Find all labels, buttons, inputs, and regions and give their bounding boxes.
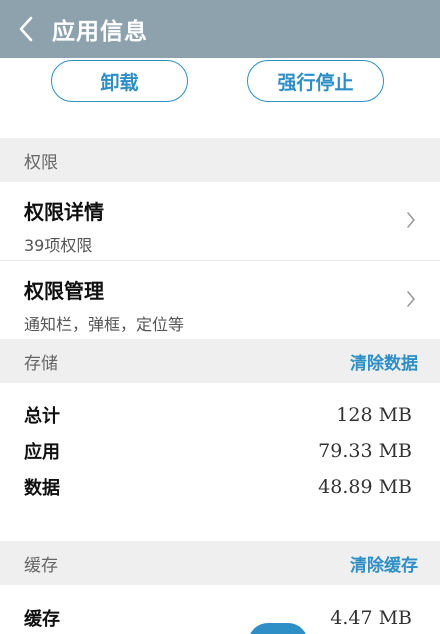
action-buttons-row: 卸载 强行停止	[0, 58, 440, 138]
permission-details-title: 权限详情	[24, 200, 104, 224]
section-header-permissions: 权限	[0, 138, 440, 182]
clear-cache-button[interactable]: 清除缓存	[350, 551, 418, 576]
storage-details: 总计 128 MB 应用 79.33 MB 数据 48.89 MB	[0, 383, 440, 540]
top-app-bar: 应用信息	[0, 0, 440, 58]
chevron-right-icon	[407, 291, 415, 307]
permission-management-title: 权限管理	[24, 279, 104, 303]
storage-row-total: 总计 128 MB	[24, 400, 412, 430]
back-button[interactable]	[0, 0, 52, 58]
storage-row-label: 应用	[24, 442, 60, 463]
permission-details-item[interactable]: 权限详情 39项权限	[0, 182, 440, 261]
storage-row-value: 128 MB	[336, 404, 412, 426]
storage-row-app: 应用 79.33 MB	[24, 436, 412, 466]
section-header-storage: 存储 清除数据	[0, 339, 440, 383]
storage-row-label: 总计	[24, 406, 60, 427]
force-stop-button[interactable]: 强行停止	[247, 60, 384, 102]
chevron-left-icon	[19, 16, 33, 42]
section-header-cache: 缓存 清除缓存	[0, 541, 440, 585]
section-title-permissions: 权限	[24, 152, 58, 173]
section-title-storage: 存储	[24, 353, 58, 374]
section-title-cache: 缓存	[24, 555, 58, 576]
cache-row-label: 缓存	[24, 609, 60, 630]
permission-management-subtitle: 通知栏，弹框，定位等	[24, 315, 185, 334]
permission-management-item[interactable]: 权限管理 通知栏，弹框，定位等	[0, 261, 440, 340]
storage-row-value: 48.89 MB	[318, 476, 412, 498]
storage-row-label: 数据	[24, 478, 60, 499]
storage-row-data: 数据 48.89 MB	[24, 472, 412, 502]
storage-row-value: 79.33 MB	[318, 440, 412, 462]
chevron-right-icon	[407, 212, 415, 228]
clear-data-button[interactable]: 清除数据	[350, 349, 418, 374]
cache-row: 缓存 4.47 MB	[24, 603, 412, 633]
uninstall-button[interactable]: 卸载	[51, 60, 188, 102]
permission-details-subtitle: 39项权限	[24, 236, 93, 255]
cache-details: 缓存 4.47 MB	[0, 585, 440, 634]
page-title: 应用信息	[52, 19, 148, 45]
cache-row-value: 4.47 MB	[330, 607, 412, 629]
